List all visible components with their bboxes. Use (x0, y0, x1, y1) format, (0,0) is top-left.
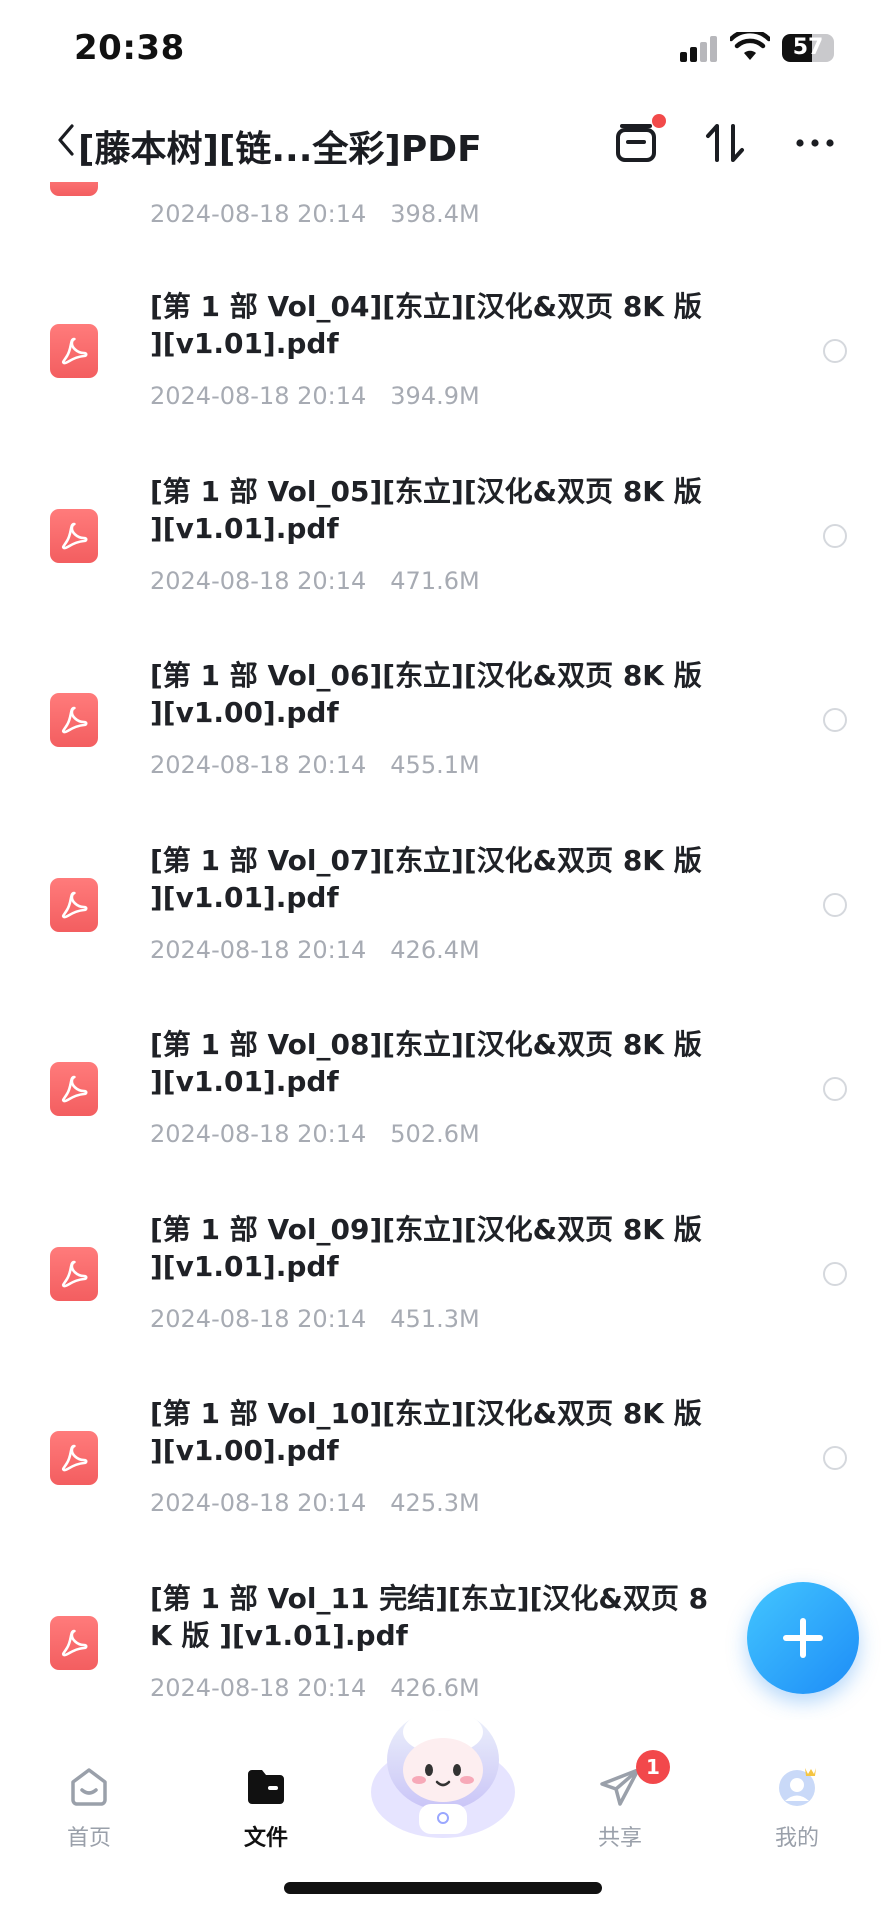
select-radio[interactable] (823, 1261, 847, 1286)
pdf-file-icon (50, 1062, 98, 1116)
file-size: 426.6M (390, 1673, 480, 1702)
file-meta: 2024-08-18 20:14 426.4M (150, 936, 480, 964)
file-meta: 2024-08-18 20:14 398.4M (150, 200, 480, 228)
select-radio[interactable] (823, 1446, 847, 1470)
acrobat-symbol-icon (61, 891, 88, 918)
home-indicator (284, 1882, 602, 1894)
file-meta: 2024-08-18 20:14 425.3M (150, 1489, 480, 1517)
select-radio[interactable] (823, 708, 847, 732)
file-size: 502.6M (390, 1120, 480, 1148)
file-name: [第 1 部 Vol_06][东立][汉化&双页 8K 版 ][v1.00].p… (150, 659, 702, 729)
pdf-file-icon (50, 693, 98, 747)
file-name: [第 1 部 Vol_11 完结][东立][汉化&双页 8K 版 ][v1.01… (150, 1581, 709, 1652)
share-badge: 1 (636, 1750, 670, 1784)
file-size: 455.1M (390, 751, 480, 779)
file-size: 425.3M (390, 1489, 480, 1517)
tab-home-label: 首页 (66, 1826, 111, 1851)
pdf-file-icon (50, 877, 98, 932)
file-name: [第 1 部 Vol_08][东立][汉化&双页 8K 版 ][v1.01].p… (150, 1028, 702, 1098)
tab-files[interactable]: 文件 (206, 1750, 326, 1860)
file-name: [第 1 部 Vol_05][东立][汉化&双页 8K 版 ][v1.01].p… (150, 474, 702, 545)
home-icon (71, 1768, 107, 1806)
file-size: 398.4M (390, 200, 480, 228)
file-date: 2024-08-18 20:14 (150, 382, 367, 410)
pdf-file-icon (50, 1431, 98, 1485)
select-radio[interactable] (823, 892, 847, 917)
file-date: 2024-08-18 20:14 (150, 200, 367, 228)
acrobat-symbol-icon (61, 522, 88, 549)
tab-me[interactable]: 我的 (737, 1750, 857, 1860)
file-meta: 2024-08-18 20:14 471.6M (150, 567, 480, 595)
acrobat-symbol-icon (61, 1629, 88, 1656)
select-radio[interactable] (823, 1077, 847, 1101)
tab-files-label: 文件 (243, 1826, 288, 1851)
add-button[interactable] (747, 1582, 859, 1694)
select-radio[interactable] (823, 339, 847, 363)
file-date: 2024-08-18 20:14 (150, 1673, 367, 1702)
pdf-file-icon (50, 1615, 98, 1670)
avatar-icon (779, 1768, 816, 1806)
folder-icon (248, 1770, 284, 1804)
file-name: [第 1 部 Vol_09][东立][汉化&双页 8K 版 ][v1.01].p… (150, 1212, 702, 1283)
acrobat-symbol-icon (61, 1444, 88, 1472)
tab-share-label: 共享 (597, 1826, 642, 1851)
file-name: [第 1 部 Vol_04][东立][汉化&双页 8K 版 ][v1.01].p… (150, 290, 702, 360)
acrobat-symbol-icon (61, 337, 88, 365)
file-size: 426.4M (390, 935, 480, 964)
file-name: [第 1 部 Vol_10][东立][汉化&双页 8K 版 ][v1.00].p… (150, 1397, 702, 1467)
file-date: 2024-08-18 20:14 (150, 1120, 367, 1148)
file-meta: 2024-08-18 20:14 394.9M (150, 382, 480, 410)
file-meta: 2024-08-18 20:14 451.3M (150, 1305, 480, 1333)
file-date: 2024-08-18 20:14 (150, 566, 367, 595)
file-name: [第 1 部 Vol_07][东立][汉化&双页 8K 版 ][v1.01].p… (150, 843, 702, 914)
pdf-file-icon (50, 508, 98, 563)
file-meta: 2024-08-18 20:14 426.6M (150, 1674, 480, 1702)
file-date: 2024-08-18 20:14 (150, 1489, 367, 1517)
file-list-item[interactable]: [第 1 部 Vol_11 完结][东立][汉化&双页 8K 版 ][v1.01… (0, 0, 887, 1702)
file-size: 394.9M (390, 382, 480, 410)
file-meta: 2024-08-18 20:14 502.6M (150, 1120, 480, 1148)
tab-home[interactable]: 首页 (29, 1750, 149, 1860)
tab-share[interactable]: 1 共享 (560, 1750, 680, 1860)
file-meta: 2024-08-18 20:14 455.1M (150, 751, 480, 779)
file-date: 2024-08-18 20:14 (150, 1304, 367, 1333)
pdf-file-icon (50, 1246, 98, 1301)
file-size: 471.6M (390, 566, 480, 595)
acrobat-symbol-icon (61, 1260, 88, 1287)
file-date: 2024-08-18 20:14 (150, 751, 367, 779)
acrobat-symbol-icon (61, 1075, 88, 1103)
acrobat-symbol-icon (61, 706, 88, 734)
select-radio[interactable] (823, 523, 847, 548)
file-size: 451.3M (390, 1304, 480, 1333)
assistant-mascot-icon[interactable] (365, 1700, 521, 1850)
file-date: 2024-08-18 20:14 (150, 935, 367, 964)
tab-me-label: 我的 (774, 1826, 819, 1851)
pdf-file-icon (50, 324, 98, 378)
